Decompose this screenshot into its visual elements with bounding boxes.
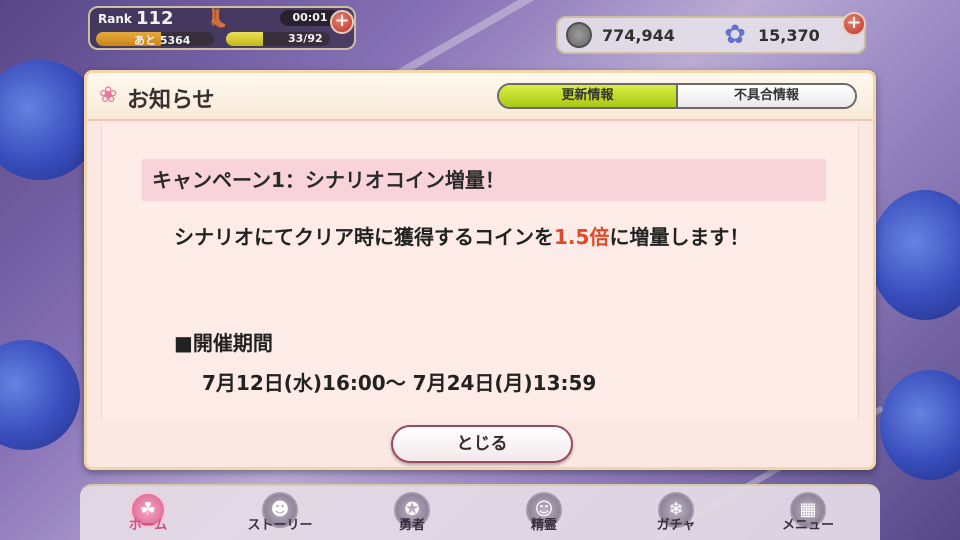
dialog-header: ❀ お知らせ 更新情報 不具合情報 xyxy=(87,73,873,121)
notice-dialog: ❀ お知らせ 更新情報 不具合情報 キャンペーン1：シナリオコイン増量！ シナリ… xyxy=(84,70,876,470)
nav-label: ストーリー xyxy=(247,518,313,533)
sakura-icon: ❀ xyxy=(99,83,118,108)
campaign-description: シナリオにてクリア時に獲得するコインを1.5倍に増量します！ xyxy=(174,219,794,255)
nav-label: メニュー xyxy=(781,518,834,533)
nav-label: 精霊 xyxy=(530,518,557,533)
description-text: シナリオにてクリア時に獲得するコインを xyxy=(174,225,554,249)
bonus-multiplier: 1.5倍 xyxy=(554,225,610,249)
period-value: 7月12日(水)16:00～ 7月24日(月)13:59 xyxy=(202,371,597,395)
nav-spirits[interactable]: ☺ 精霊 xyxy=(480,486,608,540)
nav-home[interactable]: ☘ ホーム xyxy=(84,486,212,540)
period-label: ■開催期間 xyxy=(174,331,273,355)
notice-content[interactable]: キャンペーン1：シナリオコイン増量！ シナリオにてクリア時に獲得するコインを1.… xyxy=(101,123,859,419)
nav-heroes[interactable]: ✪ 勇者 xyxy=(348,486,476,540)
close-button[interactable]: とじる xyxy=(391,425,573,463)
description-text-end: に増量します！ xyxy=(609,225,750,249)
nav-story[interactable]: ☻ ストーリー xyxy=(216,486,344,540)
nav-menu[interactable]: ▦ メニュー xyxy=(744,486,872,540)
nav-gacha[interactable]: ❄ ガチャ xyxy=(612,486,740,540)
tab-bug-info[interactable]: 不具合情報 xyxy=(678,85,855,107)
bottom-nav: ☘ ホーム ☻ ストーリー ✪ 勇者 ☺ 精霊 ❄ ガチャ ▦ メニュー xyxy=(80,484,880,540)
campaign-heading: キャンペーン1：シナリオコイン増量！ xyxy=(142,159,826,201)
nav-label: ホーム xyxy=(128,518,168,533)
notice-tabs: 更新情報 不具合情報 xyxy=(497,83,857,109)
nav-label: 勇者 xyxy=(398,518,425,533)
nav-label: ガチャ xyxy=(656,518,696,533)
tab-update-info[interactable]: 更新情報 xyxy=(499,85,678,107)
dialog-title: お知らせ xyxy=(127,88,215,113)
